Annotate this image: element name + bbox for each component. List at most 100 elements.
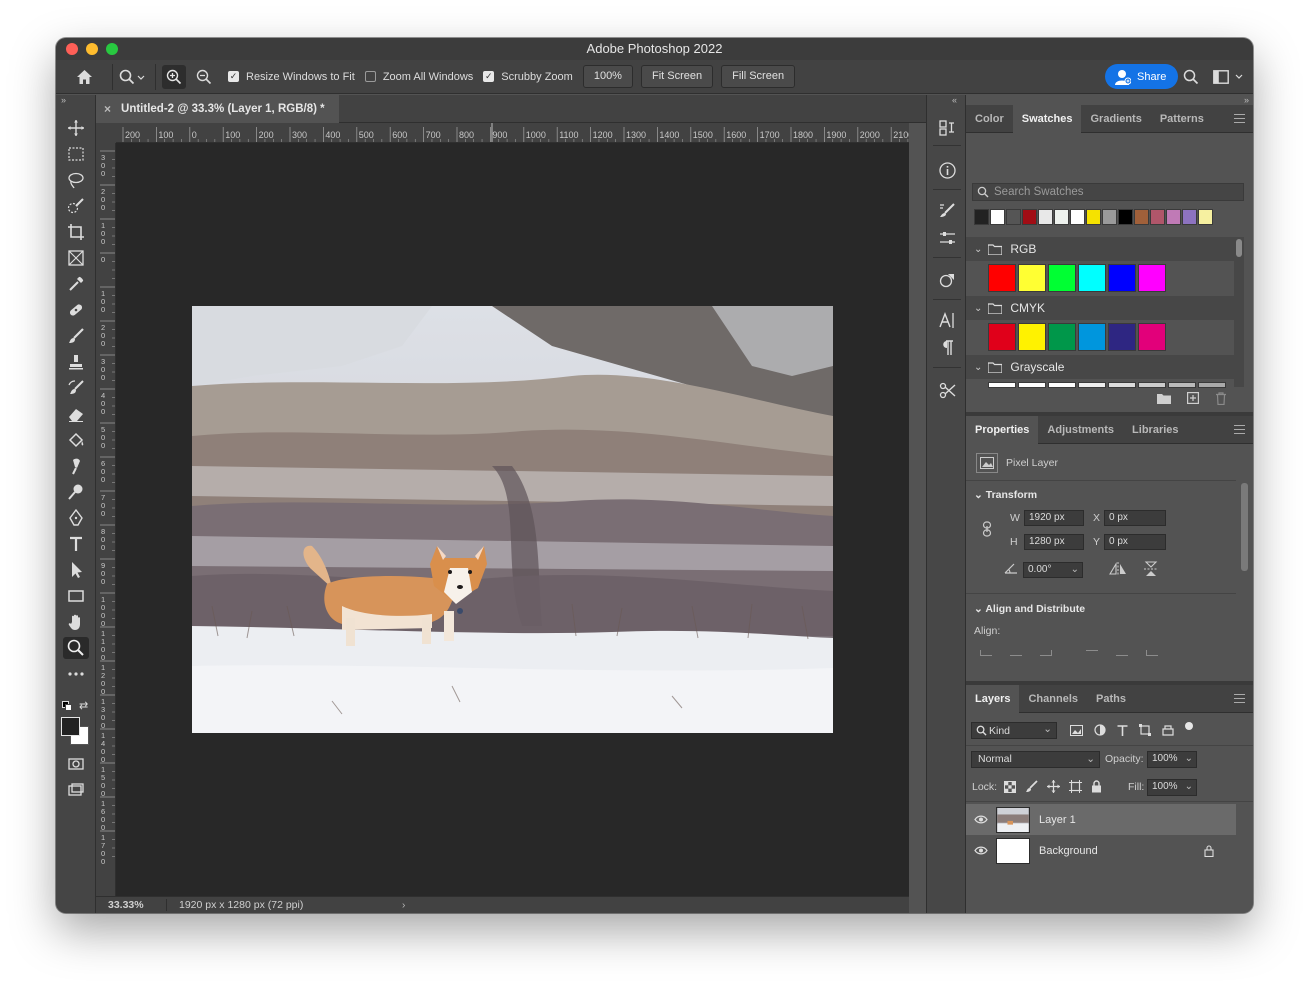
adjustments-button[interactable]: [936, 227, 958, 249]
marquee-tool-button[interactable]: [63, 143, 89, 165]
properties-scrollbar[interactable]: [1240, 481, 1250, 581]
new-group-folder-icon[interactable]: [1157, 393, 1171, 404]
layers-panel-menu-icon[interactable]: [1234, 694, 1245, 703]
smudge-tool-button[interactable]: [63, 455, 89, 477]
link-dimensions-icon[interactable]: [982, 521, 992, 540]
swap-colors-icon[interactable]: ⇄: [79, 699, 88, 712]
tab-paths[interactable]: Paths: [1087, 685, 1135, 713]
vertical-ruler[interactable]: 3002001000100200300400500600700800900100…: [96, 143, 116, 896]
scrubby-zoom-checkbox[interactable]: ✓: [483, 71, 495, 82]
zoom-all-option[interactable]: Zoom All Windows: [364, 71, 473, 83]
minimize-window-button[interactable]: [86, 43, 98, 55]
info-panel-button[interactable]: [936, 159, 958, 181]
collapse-strip-icon[interactable]: «: [952, 95, 957, 105]
frame-tool-button[interactable]: [63, 247, 89, 269]
crop-tool-button[interactable]: [63, 221, 89, 243]
pen-tool-button[interactable]: [63, 507, 89, 529]
align-left-icon[interactable]: [980, 650, 992, 656]
flip-vertical-icon[interactable]: [1144, 561, 1158, 580]
share-button[interactable]: Share: [1105, 64, 1179, 89]
angle-field[interactable]: 0.00° ⌄: [1023, 562, 1083, 578]
width-field[interactable]: 1920 px: [1024, 510, 1084, 526]
character-panel-button[interactable]: [936, 309, 958, 331]
recent-swatch[interactable]: [1150, 209, 1165, 225]
zoom-level-readout[interactable]: 33.33%: [96, 899, 166, 911]
recent-swatch[interactable]: [1022, 209, 1037, 225]
resize-windows-option[interactable]: ✓ Resize Windows to Fit: [228, 71, 355, 83]
recent-swatch[interactable]: [1198, 209, 1213, 225]
tab-libraries[interactable]: Libraries: [1123, 416, 1187, 444]
paragraph-panel-button[interactable]: [936, 337, 958, 359]
fill-screen-button[interactable]: Fill Screen: [721, 65, 796, 88]
color-swatch[interactable]: [1138, 323, 1166, 351]
tab-adjustments[interactable]: Adjustments: [1038, 416, 1123, 444]
opacity-field[interactable]: 100% ⌄: [1147, 751, 1197, 768]
color-swatch[interactable]: [1138, 264, 1166, 292]
brush-tool-button[interactable]: [63, 325, 89, 347]
clone-stamp-tool-button[interactable]: [63, 351, 89, 373]
delete-swatch-icon[interactable]: [1215, 391, 1227, 405]
layer-visibility-toggle[interactable]: [966, 815, 996, 824]
shapes-panel-button[interactable]: [936, 269, 958, 291]
color-swatch[interactable]: [1108, 323, 1136, 351]
color-swatch[interactable]: [1018, 264, 1046, 292]
y-field[interactable]: 0 px: [1104, 534, 1166, 550]
resize-windows-checkbox[interactable]: ✓: [228, 71, 239, 82]
recent-swatch[interactable]: [1086, 209, 1101, 225]
tool-preset-picker[interactable]: [119, 69, 145, 85]
screen-mode-button[interactable]: [63, 779, 89, 801]
quick-mask-button[interactable]: [63, 753, 89, 775]
color-swatch[interactable]: [1048, 323, 1076, 351]
align-section-header[interactable]: ⌄ Align and Distribute: [974, 603, 1085, 615]
color-swatch[interactable]: [1048, 264, 1076, 292]
type-tool-button[interactable]: [63, 533, 89, 555]
corgi-photo[interactable]: [192, 306, 833, 733]
align-bottom-icon[interactable]: [1146, 650, 1158, 656]
align-center-icon[interactable]: [1010, 650, 1022, 656]
recent-swatch[interactable]: [1070, 209, 1085, 225]
lasso-tool-button[interactable]: [63, 169, 89, 191]
transform-section-header[interactable]: ⌄ Transform: [974, 489, 1037, 501]
color-swatch[interactable]: [1108, 264, 1136, 292]
document-tab[interactable]: × Untitled-2 @ 33.3% (Layer 1, RGB/8) *: [96, 95, 339, 123]
fill-field[interactable]: 100% ⌄: [1147, 779, 1197, 796]
lock-all-icon[interactable]: [1091, 780, 1102, 793]
layer-row[interactable]: Layer 1: [966, 804, 1236, 835]
tool-presets-button[interactable]: [936, 379, 958, 401]
color-swatch[interactable]: [1078, 264, 1106, 292]
collapse-panels-icon[interactable]: »: [1244, 95, 1249, 105]
paint-bucket-tool-button[interactable]: [63, 429, 89, 451]
recent-swatch[interactable]: [1102, 209, 1117, 225]
zoom-tool-button[interactable]: [63, 637, 89, 659]
height-field[interactable]: 1280 px: [1024, 534, 1084, 550]
healing-brush-tool-button[interactable]: [63, 299, 89, 321]
adjustment-filter-icon[interactable]: [1094, 724, 1106, 736]
recent-swatch[interactable]: [1166, 209, 1181, 225]
tab-color[interactable]: Color: [966, 105, 1013, 133]
swatch-group-cmyk[interactable]: ⌄ CMYK: [966, 296, 1234, 320]
color-swatch[interactable]: [1018, 323, 1046, 351]
recent-swatch[interactable]: [1038, 209, 1053, 225]
scrubby-zoom-option[interactable]: ✓ Scrubby Zoom: [483, 71, 573, 83]
rectangle-tool-button[interactable]: [63, 585, 89, 607]
blend-mode-select[interactable]: Normal ⌄: [971, 751, 1100, 768]
tab-patterns[interactable]: Patterns: [1151, 105, 1213, 133]
swatch-search-field[interactable]: Search Swatches: [972, 183, 1244, 201]
layer-row[interactable]: Background: [966, 835, 1236, 866]
x-field[interactable]: 0 px: [1104, 510, 1166, 526]
color-swatch[interactable]: [988, 323, 1016, 351]
recent-swatch[interactable]: [974, 209, 989, 225]
fit-screen-button[interactable]: Fit Screen: [640, 65, 714, 88]
new-swatch-icon[interactable]: [1187, 392, 1199, 404]
canvas-area[interactable]: [116, 143, 909, 896]
properties-panel-menu-icon[interactable]: [1234, 425, 1245, 434]
history-brush-tool-button[interactable]: [63, 377, 89, 399]
zoom-window-button[interactable]: [106, 43, 118, 55]
horizontal-ruler[interactable]: 200 100 0 100 200 300 400 500 600 700 800 900 1000 11…: [116, 123, 909, 143]
swatches-panel-menu-icon[interactable]: [1234, 114, 1245, 123]
path-select-tool-button[interactable]: [63, 559, 89, 581]
align-top-icon[interactable]: [1086, 650, 1098, 656]
lock-pixels-icon[interactable]: [1025, 780, 1038, 793]
tab-swatches[interactable]: Swatches: [1012, 104, 1082, 133]
recent-swatch[interactable]: [1134, 209, 1149, 225]
